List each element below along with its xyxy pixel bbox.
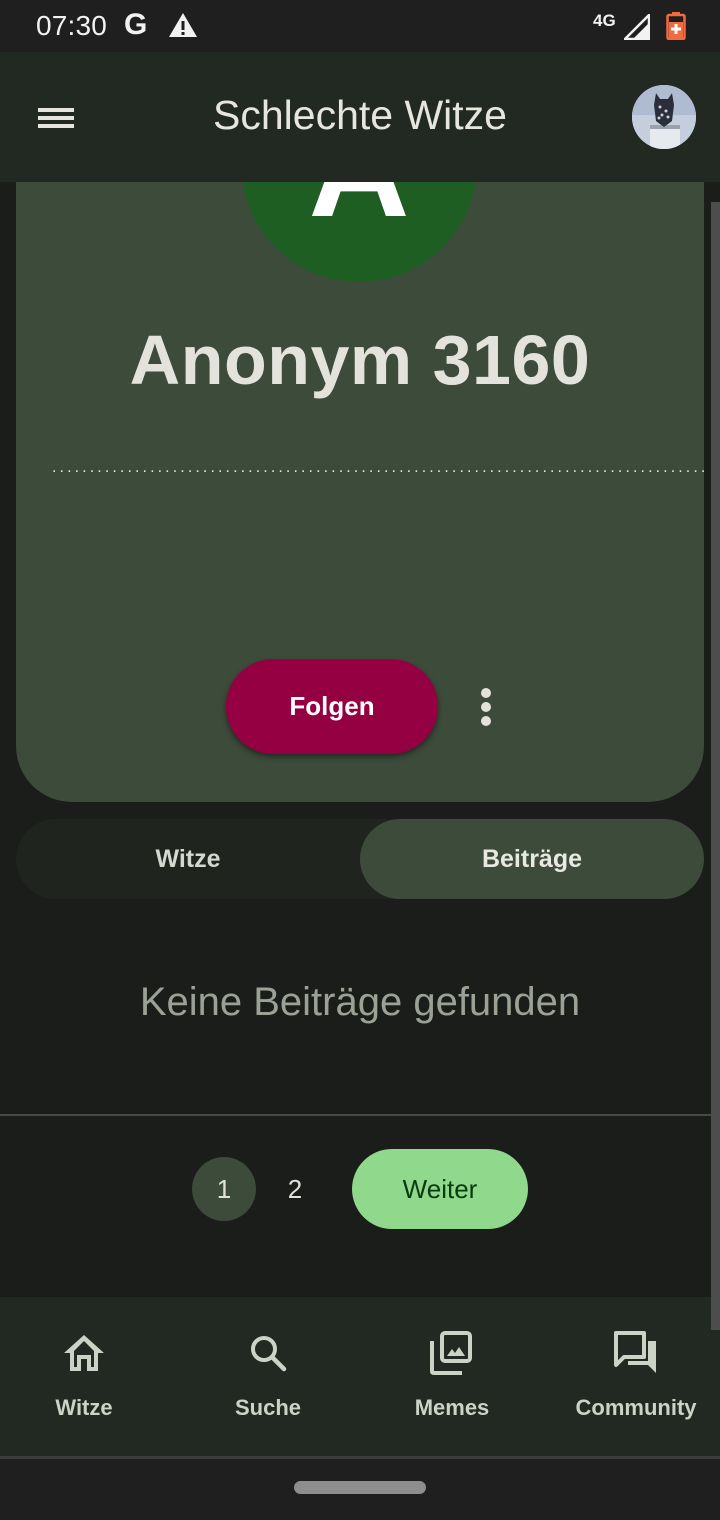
nav-label: Community xyxy=(575,1395,697,1420)
nav-label: Suche xyxy=(234,1395,302,1420)
follow-button[interactable]: Folgen xyxy=(226,659,438,754)
nav-item-community[interactable]: Community xyxy=(546,1297,720,1457)
scrollbar[interactable] xyxy=(711,202,720,1330)
user-name: Anonym 3160 xyxy=(129,321,591,399)
divider xyxy=(0,1114,720,1116)
tab-beitraege[interactable]: Beiträge xyxy=(360,819,704,899)
nav-label: Witze xyxy=(55,1395,113,1420)
forum-icon xyxy=(614,1331,656,1373)
search-icon xyxy=(251,1336,287,1372)
network-type: 4G xyxy=(593,11,616,30)
signal-icon xyxy=(624,14,650,40)
app-bar: Schlechte Witze xyxy=(0,52,720,182)
page-button-2[interactable]: 2 xyxy=(263,1157,327,1221)
google-icon: G xyxy=(124,8,148,41)
status-bar: 07:30 G 4G xyxy=(0,0,720,52)
nav-label: Memes xyxy=(414,1395,490,1420)
profile-card: A Anonym 3160 ..........................… xyxy=(16,182,704,802)
nav-item-witze[interactable]: Witze xyxy=(0,1297,174,1457)
system-navigation-bar xyxy=(0,1459,720,1520)
bottom-navigation: Witze Suche Memes Community xyxy=(0,1297,720,1457)
more-options-button[interactable] xyxy=(468,682,504,732)
nav-item-memes[interactable]: Memes xyxy=(362,1297,542,1457)
user-bio: ........................................… xyxy=(52,459,704,476)
account-avatar[interactable] xyxy=(632,85,696,149)
photo-library-icon xyxy=(430,1331,472,1375)
app-title: Schlechte Witze xyxy=(213,92,507,138)
home-icon xyxy=(64,1335,104,1371)
owl-photo-icon xyxy=(632,85,696,149)
next-page-button[interactable]: Weiter xyxy=(352,1149,528,1229)
user-avatar: A xyxy=(241,182,477,282)
battery-saver-icon xyxy=(666,12,686,40)
status-time: 07:30 xyxy=(36,10,108,41)
content-tabs: Witze Beiträge xyxy=(16,819,704,899)
warning-icon xyxy=(169,13,197,37)
nav-item-suche[interactable]: Suche xyxy=(178,1297,358,1457)
page-button-1[interactable]: 1 xyxy=(192,1157,256,1221)
empty-state-message: Keine Beiträge gefunden xyxy=(139,980,581,1024)
tab-witze[interactable]: Witze xyxy=(16,819,360,899)
home-gesture-handle[interactable] xyxy=(294,1481,426,1494)
user-avatar-letter: A xyxy=(241,182,477,238)
